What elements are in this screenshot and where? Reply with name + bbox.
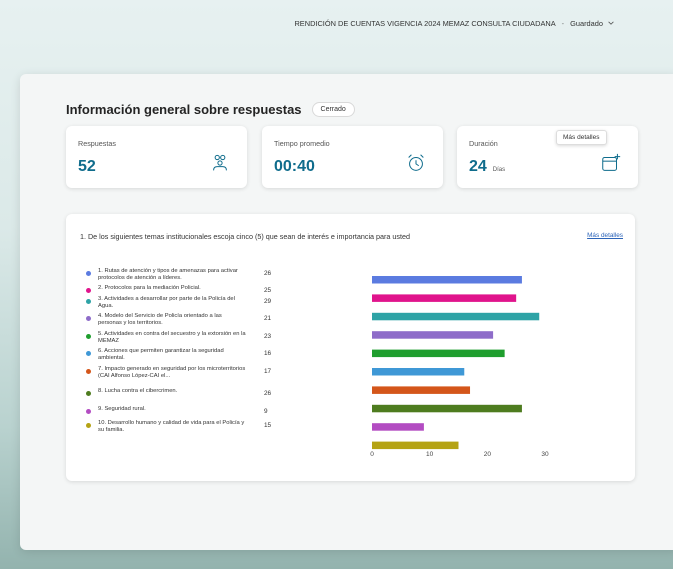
legend-item: 2. Protocolos para la mediación Policial… xyxy=(86,285,316,294)
legend-label: 8. Lucha contra el cibercrimen. xyxy=(98,388,178,394)
x-tick-label: 10 xyxy=(426,451,434,458)
title-separator: - xyxy=(561,18,565,28)
legend-swatch xyxy=(86,391,91,396)
average-time-value: 00:40 xyxy=(274,158,315,175)
legend-count: 9 xyxy=(264,408,268,415)
legend-count: 21 xyxy=(264,315,272,322)
bar[interactable] xyxy=(372,423,424,431)
question-title: 1. De los siguientes temas institucional… xyxy=(80,232,411,241)
legend-count: 26 xyxy=(264,390,272,397)
responses-panel: Información general sobre respuestas Cer… xyxy=(20,74,673,550)
duration-value: 24 Días xyxy=(469,158,505,176)
legend-item: 9. Seguridad rural. 9 xyxy=(86,406,316,415)
top-bar: RENDICIÓN DE CUENTAS VIGENCIA 2024 MEMAZ… xyxy=(0,0,673,46)
overview-header: Información general sobre respuestas Cer… xyxy=(66,102,355,117)
legend-count: 26 xyxy=(264,270,272,277)
legend-label: 7. Impacto generado en seguridad por los… xyxy=(98,366,246,379)
legend-count: 25 xyxy=(264,287,272,294)
bar[interactable] xyxy=(372,312,540,321)
people-icon xyxy=(213,154,227,171)
responses-label: Respuestas xyxy=(78,139,116,148)
legend-count: 17 xyxy=(264,368,272,375)
more-details-link[interactable]: Más detalles xyxy=(587,232,623,239)
closed-badge: Cerrado xyxy=(311,102,355,117)
legend-item: 3. Actividades a desarrollar por parte d… xyxy=(86,296,316,310)
legend-item: 1. Rutas de atención y tipos de amenazas… xyxy=(86,268,316,282)
average-time-card: Tiempo promedio 00:40 xyxy=(262,126,443,188)
legend-count: 16 xyxy=(264,350,272,357)
bar[interactable] xyxy=(372,349,505,358)
bar[interactable] xyxy=(372,276,522,284)
bar[interactable] xyxy=(372,386,471,394)
alarm-clock-icon xyxy=(408,154,424,171)
responses-value: 52 xyxy=(78,158,96,175)
save-status[interactable]: Guardado xyxy=(570,19,615,28)
duration-unit: Días xyxy=(492,167,506,173)
legend-swatch xyxy=(86,288,91,293)
legend-item: 8. Lucha contra el cibercrimen. 26 xyxy=(86,388,316,397)
more-details-tooltip: Más detalles xyxy=(556,130,607,145)
legend-swatch xyxy=(86,316,91,321)
legend-swatch xyxy=(86,369,91,374)
legend-item: 10. Desarrollo humano y calidad de vida … xyxy=(86,420,316,434)
form-title: RENDICIÓN DE CUENTAS VIGENCIA 2024 MEMAZ… xyxy=(294,18,556,28)
bar[interactable] xyxy=(372,441,459,450)
legend-label: 4. Modelo del Servicio de Policía orient… xyxy=(98,313,222,326)
legend-label: 5. Actividades en contra del secuestro y… xyxy=(98,331,246,344)
bar[interactable] xyxy=(372,404,522,413)
duration-number: 24 xyxy=(469,158,487,175)
duration-card: Duración 24 Días xyxy=(457,126,638,188)
legend-count: 23 xyxy=(264,333,272,340)
legend-count: 15 xyxy=(264,422,272,429)
legend-swatch xyxy=(86,423,91,428)
legend-swatch xyxy=(86,351,91,356)
x-tick-label: 0 xyxy=(370,451,374,458)
question-card: 1. De los siguientes temas institucional… xyxy=(66,214,635,481)
legend-swatch xyxy=(86,334,91,339)
save-status-label: Guardado xyxy=(570,18,603,28)
bar[interactable] xyxy=(372,368,465,376)
legend-count: 29 xyxy=(264,298,272,305)
legend-label: 6. Acciones que permiten garantizar la s… xyxy=(98,348,224,361)
calendar-add-icon xyxy=(602,153,621,171)
legend-item: 4. Modelo del Servicio de Policía orient… xyxy=(86,313,316,327)
legend-label: 1. Rutas de atención y tipos de amenazas… xyxy=(98,268,238,281)
legend-label: 9. Seguridad rural. xyxy=(98,406,146,412)
legend-label: 2. Protocolos para la mediación Policial… xyxy=(98,285,201,291)
overview-title: Información general sobre respuestas xyxy=(66,102,302,117)
legend-swatch xyxy=(86,271,91,276)
legend-swatch xyxy=(86,299,91,304)
responses-card: Respuestas 52 xyxy=(66,126,247,188)
bar[interactable] xyxy=(372,331,494,339)
legend-item: 6. Acciones que permiten garantizar la s… xyxy=(86,348,316,362)
duration-label: Duración xyxy=(469,139,498,148)
legend-label: 10. Desarrollo humano y calidad de vida … xyxy=(98,420,245,433)
legend-swatch xyxy=(86,409,91,414)
chevron-down-icon xyxy=(608,21,614,25)
x-tick-label: 20 xyxy=(484,451,492,458)
bar[interactable] xyxy=(372,294,517,302)
legend-item: 7. Impacto generado en seguridad por los… xyxy=(86,366,316,380)
legend-item: 5. Actividades en contra del secuestro y… xyxy=(86,331,316,345)
bar-chart: 0 10 20 30 xyxy=(370,276,549,458)
legend-label: 3. Actividades a desarrollar por parte d… xyxy=(98,296,235,309)
x-tick-label: 30 xyxy=(541,451,549,458)
average-time-label: Tiempo promedio xyxy=(274,139,330,148)
